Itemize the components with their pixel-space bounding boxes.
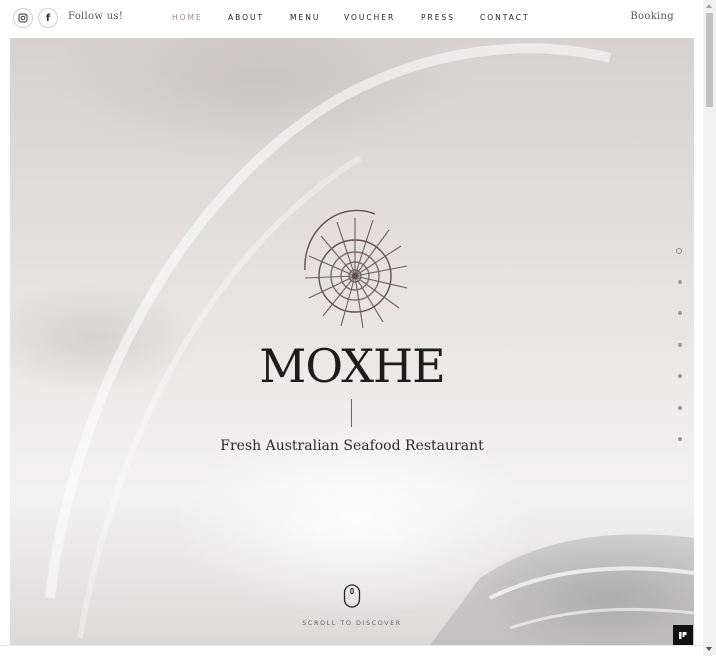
- scroll-thumb[interactable]: [706, 13, 713, 107]
- scroll-down-arrow-icon[interactable]: [706, 647, 712, 651]
- section-dot-4[interactable]: [678, 343, 682, 347]
- nav-home[interactable]: HOME: [172, 13, 203, 22]
- widget-logo-icon: [679, 632, 687, 639]
- hero-section: MOXHE Fresh Australian Seafood Restauran…: [10, 38, 694, 645]
- scroll-to-discover-label[interactable]: SCROLL TO DISCOVER: [10, 619, 694, 627]
- section-dot-6[interactable]: [678, 406, 682, 410]
- page-bottom-edge: [0, 645, 703, 656]
- nav-menu[interactable]: MENU: [290, 13, 320, 22]
- mouse-scroll-icon[interactable]: [343, 584, 361, 608]
- corner-widget-button[interactable]: [673, 625, 693, 645]
- restaurant-name: MOXHE: [259, 339, 445, 393]
- booking-link[interactable]: Booking: [630, 11, 674, 22]
- site-header: f Follow us! HOME ABOUT MENU VOUCHER PRE…: [0, 0, 703, 38]
- scroll-up-arrow-icon[interactable]: [706, 4, 712, 8]
- title-divider: [351, 399, 352, 427]
- follow-us-label: Follow us!: [68, 11, 124, 22]
- section-dot-3[interactable]: [678, 311, 682, 315]
- nautilus-shell-icon: [304, 209, 408, 329]
- nav-about[interactable]: ABOUT: [228, 13, 264, 22]
- nav-contact[interactable]: CONTACT: [480, 13, 530, 22]
- nav-press[interactable]: PRESS: [421, 13, 455, 22]
- section-dot-2[interactable]: [678, 280, 682, 284]
- section-dot-1[interactable]: [676, 248, 682, 254]
- facebook-icon: f: [45, 12, 51, 24]
- instagram-button[interactable]: [13, 8, 33, 28]
- nav-voucher[interactable]: VOUCHER: [344, 13, 395, 22]
- vertical-scrollbar[interactable]: [703, 0, 716, 655]
- instagram-icon: [18, 13, 28, 23]
- section-dot-7[interactable]: [678, 437, 682, 441]
- restaurant-tagline: Fresh Australian Seafood Restaurant: [220, 438, 484, 454]
- facebook-button[interactable]: f: [38, 8, 58, 28]
- section-dot-5[interactable]: [678, 374, 682, 378]
